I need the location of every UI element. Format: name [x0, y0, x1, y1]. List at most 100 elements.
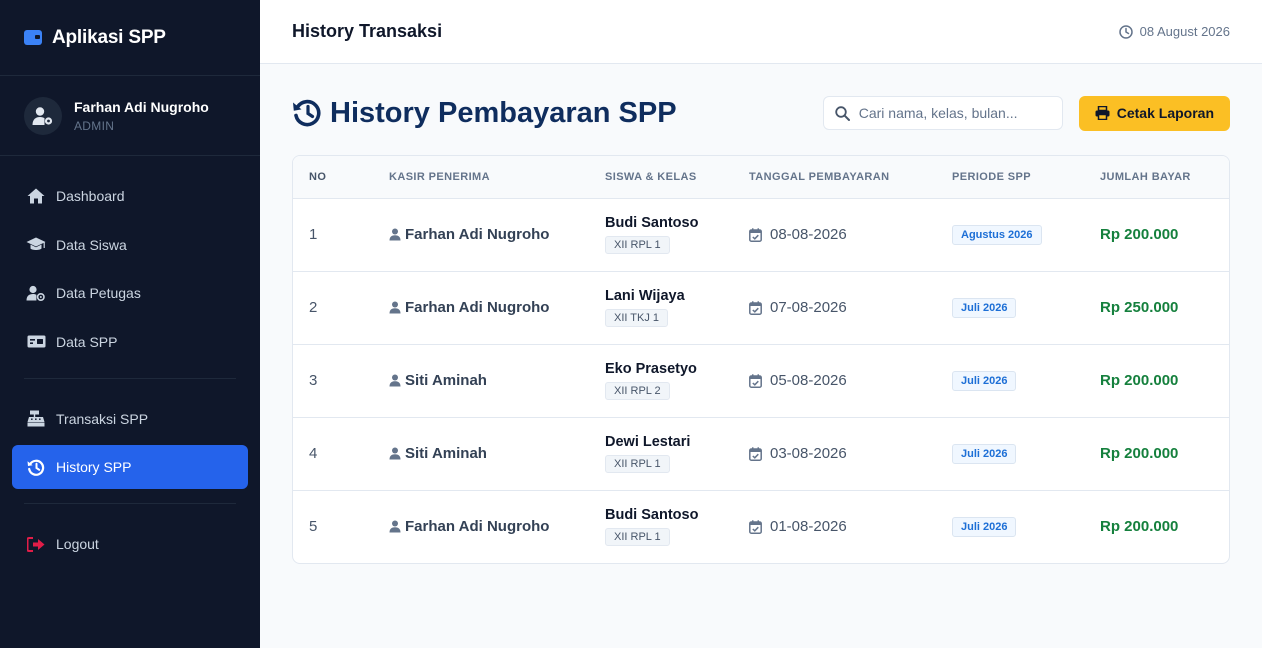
sidebar-item-data-spp[interactable]: Data SPP [12, 320, 248, 364]
payment-date: 08-08-2026 [749, 226, 952, 243]
column-header-jumlah: JUMLAH BAYAR [1100, 156, 1229, 199]
period-badge: Juli 2026 [952, 443, 1017, 464]
page-title: History Pembayaran SPP [292, 97, 677, 130]
cashier: Farhan Adi Nugroho [389, 518, 605, 535]
user-cog-icon [24, 96, 62, 135]
home-icon [26, 188, 46, 204]
cashier: Farhan Adi Nugroho [389, 299, 605, 316]
row-number: 3 [293, 344, 389, 418]
clock-icon [1118, 24, 1133, 39]
column-header-no: NO [293, 156, 389, 199]
table-header-row: NO KASIR PENERIMA SISWA & KELAS TANGGAL … [293, 156, 1229, 199]
history-table-card: NO KASIR PENERIMA SISWA & KELAS TANGGAL … [292, 155, 1230, 564]
sidebar-item-label: Data SPP [56, 333, 118, 350]
student-name: Dewi Lestari [605, 434, 691, 450]
cashier: Siti Aminah [389, 372, 605, 389]
payment-date-text: 07-08-2026 [770, 299, 847, 316]
payment-date: 05-08-2026 [749, 372, 952, 389]
print-icon [1095, 106, 1110, 120]
cashier-name: Farhan Adi Nugroho [405, 299, 550, 316]
student-name: Budi Santoso [605, 215, 699, 231]
column-header-periode: PERIODE SPP [952, 156, 1100, 199]
calendar-check-icon [749, 520, 762, 534]
date-text: 08 August 2026 [1139, 24, 1230, 39]
amount: Rp 200.000 [1100, 518, 1179, 536]
search-input[interactable] [858, 105, 1049, 121]
amount: Rp 200.000 [1100, 417, 1229, 491]
period-badge: Juli 2026 [952, 370, 1017, 391]
column-header-siswa: SISWA & KELAS [605, 156, 749, 199]
user-icon [389, 447, 401, 460]
payment-date-text: 03-08-2026 [770, 445, 847, 462]
class-badge: XII TKJ 1 [605, 309, 669, 327]
sidebar-item-logout[interactable]: Logout [12, 522, 248, 566]
amount: Rp 200.000 [1100, 198, 1229, 272]
student-name: Eko Prasetyo [605, 361, 697, 377]
user-icon [389, 520, 401, 533]
user-icon [389, 374, 401, 387]
row-number: 4 [293, 417, 389, 491]
graduation-cap-icon [26, 237, 46, 252]
history-icon [26, 459, 46, 476]
class-badge: XII RPL 2 [605, 382, 670, 400]
table-row: 5 Farhan Adi Nugroho Budi Santoso XII RPL… [293, 490, 1229, 563]
amount: Rp 250.000 [1100, 271, 1229, 345]
cashier-name: Farhan Adi Nugroho [405, 518, 550, 536]
print-report-button[interactable]: Cetak Laporan [1078, 95, 1230, 131]
money-bill-icon [26, 335, 46, 348]
topbar-title: History Transaksi [292, 21, 443, 41]
cashier: Siti Aminah [389, 445, 605, 462]
calendar-check-icon [749, 300, 762, 315]
page-actions: Cetak Laporan [822, 95, 1230, 131]
search-box[interactable] [822, 96, 1063, 130]
class-badge: XII RPL 1 [605, 528, 670, 547]
row-number: 5 [309, 518, 318, 536]
cash-register-icon [26, 410, 46, 427]
row-number: 1 [293, 198, 389, 272]
user-icon [389, 228, 401, 241]
cashier-name: Siti Aminah [405, 372, 487, 389]
class-badge: XII RPL 1 [605, 455, 670, 473]
calendar-check-icon [749, 227, 762, 242]
cashier-name: Siti Aminah [405, 445, 487, 462]
page-header: History Pembayaran SPP Cetak Laporan [292, 95, 1230, 131]
sidebar-nav: Dashboard Data Siswa Data Petugas Data S… [0, 156, 260, 566]
class-badge: XII RPL 1 [605, 236, 670, 254]
cashier-name: Farhan Adi Nugroho [405, 226, 550, 243]
nav-divider [24, 503, 236, 504]
topbar: History Transaksi 08 August 2026 [260, 0, 1262, 64]
column-header-tanggal: TANGGAL PEMBAYARAN [749, 156, 952, 199]
history-table: NO KASIR PENERIMA SISWA & KELAS TANGGAL … [293, 156, 1229, 563]
sidebar: Aplikasi SPP Farhan Adi Nugroho ADMIN Da… [0, 0, 260, 648]
table-row: 3 Siti Aminah Eko Prasetyo XII RPL 2 05-0… [293, 344, 1229, 418]
sidebar-item-data-siswa[interactable]: Data Siswa [12, 223, 248, 267]
sidebar-item-transaksi-spp[interactable]: Transaksi SPP [12, 397, 248, 441]
brand[interactable]: Aplikasi SPP [0, 0, 260, 76]
student-name: Budi Santoso [605, 507, 699, 524]
payment-date-text: 01-08-2026 [770, 518, 847, 536]
user-icon [389, 301, 401, 314]
search-icon [835, 105, 850, 121]
sidebar-item-history-spp[interactable]: History SPP [12, 445, 248, 489]
history-icon [293, 99, 321, 127]
table-row: 4 Siti Aminah Dewi Lestari XII RPL 1 03-0… [293, 417, 1229, 491]
period-badge: Juli 2026 [952, 516, 1017, 537]
cashier: Farhan Adi Nugroho [389, 226, 605, 243]
sidebar-item-dashboard[interactable]: Dashboard [12, 174, 248, 218]
sidebar-item-data-petugas[interactable]: Data Petugas [12, 271, 248, 315]
payment-date: 01-08-2026 [749, 518, 952, 535]
row-number: 2 [293, 271, 389, 345]
main-content: History Pembayaran SPP Cetak Laporan NO … [292, 95, 1230, 564]
sidebar-item-label: History SPP [56, 459, 132, 475]
calendar-check-icon [749, 446, 762, 461]
payment-date-text: 08-08-2026 [770, 226, 847, 243]
table-row: 2 Farhan Adi Nugroho Lani Wijaya XII TKJ … [293, 271, 1229, 345]
payment-date-text: 05-08-2026 [770, 372, 847, 389]
user-cog-icon [26, 285, 46, 301]
print-report-label: Cetak Laporan [1116, 105, 1214, 121]
page-title-text: History Pembayaran SPP [330, 96, 677, 129]
user-profile: Farhan Adi Nugroho ADMIN [0, 76, 260, 156]
wallet-icon [24, 30, 42, 45]
user-role: ADMIN [74, 118, 115, 133]
amount: Rp 200.000 [1100, 344, 1229, 418]
